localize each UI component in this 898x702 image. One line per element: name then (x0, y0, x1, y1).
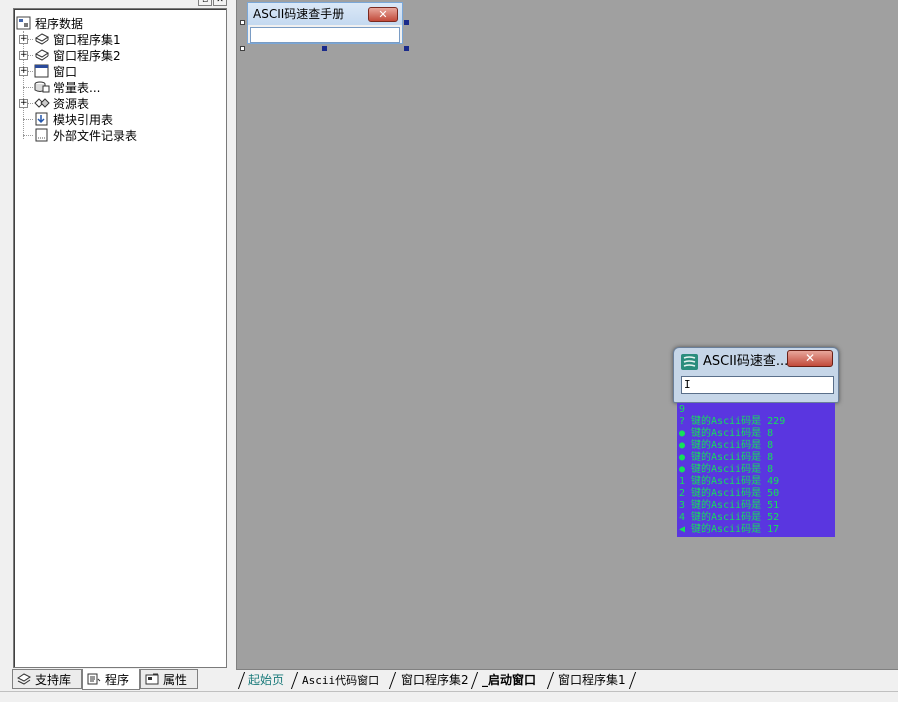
tree-item-external-files[interactable]: 外部文件记录表 (34, 127, 137, 143)
tree-item-label: 常量表... (53, 80, 101, 95)
tab-label: 程序 (105, 672, 130, 687)
panel-top-strip: ▫ ✕ (0, 0, 236, 6)
doc-tab-ascii-code-window[interactable]: Ascii代码窗口 (302, 671, 379, 690)
tab-label: 属性 (163, 672, 188, 687)
output-line: 3 键的Ascii码是 51 (679, 500, 780, 511)
tree-item-label: 模块引用表 (53, 112, 114, 127)
tree-item-assembly-1[interactable]: 窗口程序集1 (34, 31, 121, 47)
external-file-icon (34, 128, 50, 142)
assembly-icon (34, 48, 50, 62)
output-line: 1 键的Ascii码是 49 (679, 476, 780, 487)
tree-item-resources[interactable]: 资源表 (34, 95, 89, 111)
design-form-close-button[interactable]: ✕ (368, 7, 398, 22)
panel-tab-bar: 支持库 程序 属性 (0, 669, 236, 691)
tab-support-library[interactable]: 支持库 (12, 669, 82, 689)
tab-separator (388, 672, 397, 689)
resources-icon (34, 96, 50, 110)
tab-program[interactable]: 程序 (82, 669, 140, 690)
tree-item-label: 外部文件记录表 (53, 128, 138, 143)
program-data-icon (16, 16, 32, 30)
running-app-close-button[interactable]: ✕ (787, 350, 833, 367)
app-logo-icon (681, 354, 698, 370)
tree-guide-line (23, 31, 24, 139)
tree-item-label: 窗口程序集1 (53, 32, 121, 47)
tree-expand-toggle[interactable]: + (19, 51, 28, 60)
assembly-icon (34, 32, 50, 46)
running-app-window[interactable]: ASCII码速查... ✕ I (673, 347, 839, 403)
design-form-edit-box[interactable] (250, 27, 400, 43)
tab-separator (546, 672, 555, 689)
tree-expand-toggle[interactable]: + (19, 67, 28, 76)
tree-item-assembly-2[interactable]: 窗口程序集2 (34, 47, 121, 63)
selection-handle[interactable] (240, 46, 245, 51)
tree-guide-line (23, 135, 33, 136)
selection-handle[interactable] (404, 20, 409, 25)
output-line: ● 键的Ascii码是 8 (679, 440, 774, 451)
output-line: ? 键的Ascii码是 229 (679, 416, 786, 427)
selection-handle[interactable] (322, 46, 327, 51)
tree-item-window[interactable]: 窗口 (34, 63, 77, 79)
tab-label: 支持库 (35, 672, 72, 687)
library-icon (17, 673, 31, 685)
tab-separator (470, 672, 479, 689)
tree-guide-line (23, 87, 33, 88)
project-panel: ▫ ✕ 程序数据 + 窗口程序集1 + 窗口程序集2 + 窗口 常量表... +… (0, 0, 236, 702)
tree-root-program-data[interactable]: 程序数据 (16, 15, 83, 31)
tree-root-label: 程序数据 (35, 16, 84, 31)
form-design-canvas[interactable] (236, 0, 898, 669)
status-strip (0, 691, 898, 702)
tree-expand-toggle[interactable]: + (19, 99, 28, 108)
document-tab-bar: 起始页 Ascii代码窗口 窗口程序集2 _启动窗口 窗口程序集1 (236, 669, 898, 691)
output-line: ● 键的Ascii码是 8 (679, 428, 774, 439)
project-tree[interactable]: 程序数据 + 窗口程序集1 + 窗口程序集2 + 窗口 常量表... + 资源表… (13, 8, 227, 668)
output-line: ◀ 键的Ascii码是 17 (679, 524, 780, 535)
output-line: 2 键的Ascii码是 50 (679, 488, 780, 499)
properties-icon (145, 673, 159, 685)
tree-item-constants[interactable]: 常量表... (34, 79, 100, 95)
design-form[interactable]: ASCII码速查手册 ✕ (247, 2, 403, 44)
constants-icon (34, 80, 50, 94)
ascii-output-panel: 9 ? 键的Ascii码是 229 ● 键的Ascii码是 8 ● 键的Asci… (677, 403, 835, 537)
tab-separator (237, 672, 246, 689)
panel-restore-button[interactable]: ▫ (198, 0, 212, 6)
output-line: 4 键的Ascii码是 52 (679, 512, 780, 523)
program-icon (87, 673, 101, 685)
output-line: 9 (679, 404, 686, 415)
doc-tab-startup-window[interactable]: _启动窗口 (482, 671, 536, 690)
selection-handle[interactable] (240, 20, 245, 25)
tree-item-label: 窗口 (53, 64, 78, 79)
key-input-field[interactable]: I (681, 376, 834, 394)
doc-tab-start-page[interactable]: 起始页 (248, 671, 284, 690)
tree-item-label: 资源表 (53, 96, 90, 111)
doc-tab-assembly-1[interactable]: 窗口程序集1 (558, 671, 626, 690)
doc-tab-assembly-2[interactable]: 窗口程序集2 (401, 671, 469, 690)
tab-separator (290, 672, 299, 689)
selection-handle[interactable] (404, 46, 409, 51)
panel-close-button[interactable]: ✕ (213, 0, 227, 6)
output-line: ● 键的Ascii码是 8 (679, 452, 774, 463)
tree-item-module-references[interactable]: 模块引用表 (34, 111, 113, 127)
output-line: ● 键的Ascii码是 8 (679, 464, 774, 475)
module-ref-icon (34, 112, 50, 126)
window-icon (34, 64, 50, 78)
running-app-title: ASCII码速查... (703, 354, 789, 369)
tree-expand-toggle[interactable]: + (19, 35, 28, 44)
tab-properties[interactable]: 属性 (140, 669, 198, 689)
tree-guide-line (23, 119, 33, 120)
tab-separator (628, 672, 637, 689)
tree-item-label: 窗口程序集2 (53, 48, 121, 63)
